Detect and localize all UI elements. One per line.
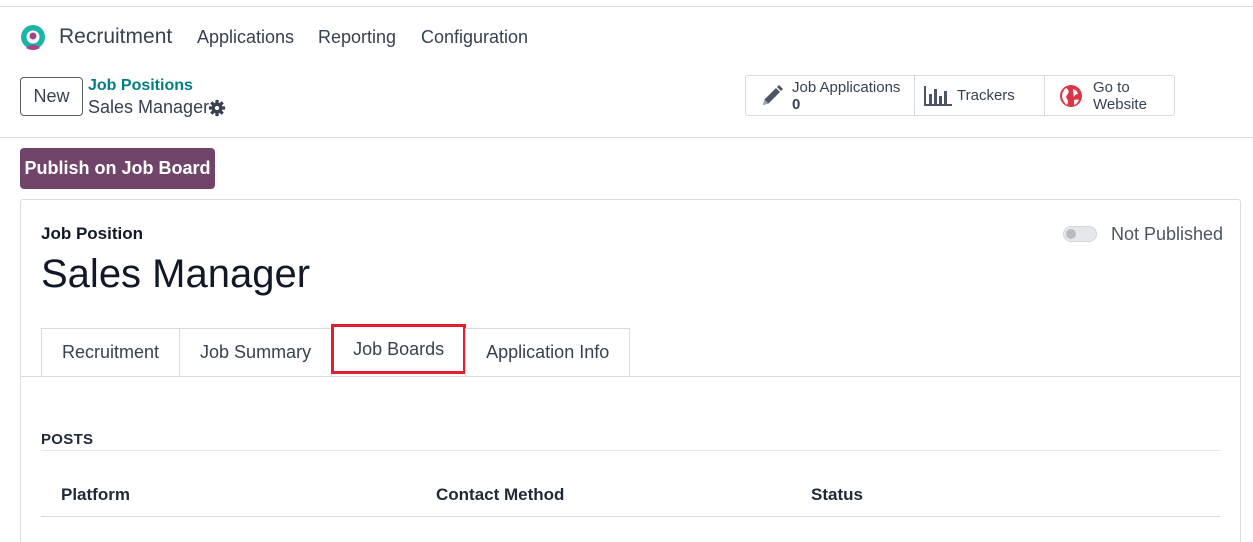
breadcrumb-job-positions[interactable]: Job Positions — [88, 77, 193, 95]
menu-reporting[interactable]: Reporting — [318, 27, 396, 48]
job-title-field[interactable]: Sales Manager — [41, 252, 310, 297]
smart-buttons: Job Applications 0 Trackers Go to Websit… — [745, 75, 1175, 116]
tabs-divider — [21, 376, 1240, 377]
publish-status-text: Not Published — [1111, 224, 1224, 244]
job-applications-count: 0 — [792, 95, 801, 113]
column-contact-method[interactable]: Contact Method — [436, 485, 564, 505]
tab-job-boards[interactable]: Job Boards — [331, 324, 467, 374]
breadcrumb-current: Sales Manager — [88, 97, 210, 117]
notebook-tabs: Recruitment Job Summary Job Boards Appli… — [41, 324, 631, 376]
menu-applications[interactable]: Applications — [197, 27, 294, 48]
job-position-label: Job Position — [41, 224, 143, 243]
form-sheet: Job Position Sales Manager Not Published… — [20, 199, 1241, 542]
column-status[interactable]: Status — [811, 485, 863, 505]
new-button[interactable]: New — [20, 77, 83, 116]
top-navbar: Recruitment Applications Reporting Confi… — [0, 7, 1253, 67]
recruitment-app-icon[interactable] — [18, 23, 48, 53]
go-to-label: Go to — [1093, 78, 1130, 96]
menu-configuration[interactable]: Configuration — [421, 27, 528, 48]
trackers-button[interactable]: Trackers — [914, 75, 1045, 116]
website-label: Website — [1093, 95, 1147, 113]
table-header-divider — [41, 516, 1220, 517]
tab-recruitment[interactable]: Recruitment — [41, 328, 181, 376]
job-applications-label: Job Applications — [792, 78, 901, 96]
globe-icon — [1060, 84, 1082, 107]
tab-job-summary[interactable]: Job Summary — [179, 328, 333, 376]
trackers-label: Trackers — [957, 87, 1015, 104]
tab-application-info[interactable]: Application Info — [465, 328, 631, 376]
publish-on-job-board-button[interactable]: Publish on Job Board — [20, 148, 215, 189]
pencil-icon — [763, 84, 783, 105]
bar-chart-icon — [924, 85, 952, 106]
job-applications-button[interactable]: Job Applications 0 — [745, 75, 915, 116]
gear-icon[interactable] — [208, 99, 226, 117]
control-panel: New Job Positions Sales Manager Job Appl… — [0, 67, 1253, 138]
toggle-knob — [1066, 229, 1076, 239]
publish-toggle[interactable] — [1063, 226, 1097, 242]
posts-section-title: POSTS — [41, 431, 94, 448]
column-platform[interactable]: Platform — [61, 485, 130, 505]
app-name[interactable]: Recruitment — [59, 25, 172, 49]
go-to-website-button[interactable]: Go to Website — [1044, 75, 1175, 116]
section-divider — [41, 450, 1220, 451]
